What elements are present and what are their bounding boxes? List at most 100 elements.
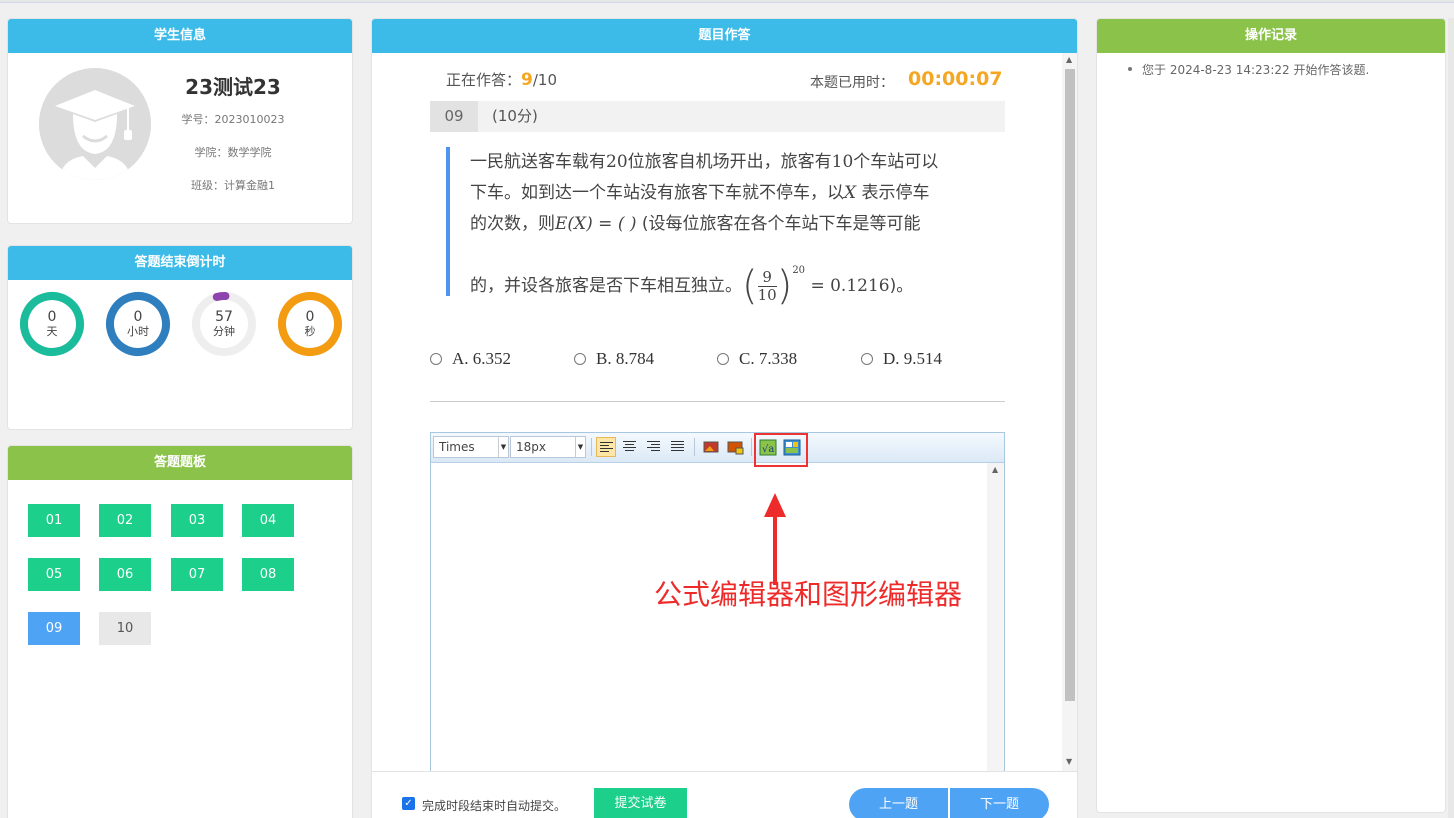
next-question-button[interactable]: 下一题: [950, 788, 1049, 818]
submit-exam-button[interactable]: 提交试卷: [594, 788, 687, 818]
font-size-select[interactable]: 18px ▼: [510, 436, 586, 458]
option-label: A. 6.352: [452, 349, 512, 368]
align-center-icon[interactable]: [620, 437, 640, 457]
question-nav-button[interactable]: 09: [28, 612, 80, 645]
option-c[interactable]: C. 7.338: [717, 349, 797, 369]
stem-number: 10: [831, 152, 854, 172]
scrollbar-thumb[interactable]: [1065, 69, 1075, 701]
question-nav-button[interactable]: 08: [242, 558, 294, 591]
stem-text: 的次数，则: [470, 214, 555, 234]
radio-icon[interactable]: [717, 353, 729, 365]
progress-current: 9: [521, 70, 533, 90]
option-b[interactable]: B. 8.784: [574, 349, 654, 369]
countdown-value: 0: [305, 309, 315, 325]
stem-formula: E(X) = ( ): [555, 214, 637, 234]
answer-board-panel: 答题题板 01 02 03 04 05 06 07 08 09 10: [7, 445, 353, 818]
student-name: 23测试23: [185, 75, 281, 99]
countdown-value: 0: [133, 309, 143, 325]
question-nav-button[interactable]: 06: [99, 558, 151, 591]
stem-text: 下车。如到达一个车站没有旅客下车就不停车，以: [470, 183, 844, 203]
question-panel-header: 题目作答: [372, 19, 1077, 53]
question-nav-button[interactable]: 10: [99, 612, 151, 645]
countdown-ring: 0秒: [276, 290, 344, 358]
progress-indicator: 正在作答：9/10: [446, 69, 557, 90]
align-justify-icon[interactable]: [668, 437, 688, 457]
student-info-panel: 学生信息 23测试23 学号：2023010023 学院：数学学院 班级：计算金…: [7, 18, 353, 224]
avatar: [39, 68, 151, 180]
stem-text: 一民航送客车载有: [470, 152, 606, 172]
image-upload-icon[interactable]: [725, 437, 745, 457]
timer-label: 本题已用时：: [810, 75, 894, 91]
timer-value: 00:00:07: [908, 68, 1003, 90]
annotation-text: 公式编辑器和图形编辑器: [654, 578, 963, 611]
stem-formula: = 0.1216: [810, 276, 890, 296]
question-nav-button[interactable]: 04: [242, 504, 294, 537]
align-right-icon[interactable]: [644, 437, 664, 457]
editor-scrollbar[interactable]: ▲: [987, 463, 1004, 771]
stem-text: 表示停车: [861, 183, 930, 203]
question-nav-button[interactable]: 02: [99, 504, 151, 537]
answer-board-header: 答题题板: [8, 446, 352, 480]
countdown-ring: 0 小时: [104, 290, 172, 358]
countdown-unit: 分钟: [213, 325, 235, 338]
question-scrollbar[interactable]: ▲ ▼: [1062, 53, 1077, 771]
progress-label: 正在作答：: [446, 71, 522, 89]
stem-text: )。: [889, 276, 914, 296]
option-a[interactable]: A. 6.352: [430, 349, 511, 369]
annotation-highlight-box: [754, 433, 808, 467]
divider: [430, 401, 1005, 402]
option-label: B. 8.784: [596, 349, 655, 368]
option-d[interactable]: D. 9.514: [861, 349, 942, 369]
countdown-ring: 57 分钟: [190, 290, 258, 358]
auto-submit-checkbox[interactable]: ✓: [402, 797, 415, 810]
font-family-select[interactable]: Times ▼: [433, 436, 509, 458]
stem-exponent: 20: [792, 265, 806, 276]
operation-log-header: 操作记录: [1097, 19, 1445, 53]
radio-icon[interactable]: [430, 353, 442, 365]
align-left-icon[interactable]: [596, 437, 616, 457]
radio-icon[interactable]: [574, 353, 586, 365]
stem-text: (设每位旅客在各个车站下车是等可能: [641, 214, 921, 234]
stem-text: 的，并设各旅客是否下车相互独立。: [470, 276, 742, 296]
progress-total: /10: [532, 71, 557, 89]
fraction-numerator: 9: [757, 268, 777, 287]
question-scroll-area[interactable]: 正在作答：9/10 本题已用时： 00:00:07 09 (10分) 一民航送客…: [372, 53, 1077, 771]
toolbar-divider: [694, 438, 695, 456]
student-id: 学号：2023010023: [181, 113, 285, 126]
font-size-value: 18px: [516, 440, 546, 454]
radio-icon[interactable]: [861, 353, 873, 365]
chevron-down-icon: ▼: [498, 437, 508, 457]
window-top-border: [0, 0, 1454, 3]
countdown-unit: 秒: [304, 325, 316, 338]
countdown-header: 答题结束倒计时: [8, 246, 352, 280]
question-header-bar: 09 (10分): [430, 101, 1005, 132]
stem-variable: X: [844, 183, 857, 203]
fraction-denominator: 10: [757, 285, 777, 304]
prev-question-button[interactable]: 上一题: [849, 788, 948, 818]
question-nav-button[interactable]: 07: [171, 558, 223, 591]
stem-text: 个车站可以: [853, 152, 939, 172]
operation-log-panel: 操作记录 您于 2024-8-23 14:23:22 开始作答该题.: [1096, 18, 1446, 813]
scroll-down-icon[interactable]: ▼: [1066, 757, 1072, 766]
scroll-up-icon[interactable]: ▲: [1066, 55, 1072, 64]
toolbar-divider: [591, 438, 592, 456]
question-nav-button[interactable]: 03: [171, 504, 223, 537]
question-panel: 题目作答 正在作答：9/10 本题已用时： 00:00:07 09 (10分) …: [371, 18, 1078, 818]
font-family-value: Times: [439, 440, 475, 454]
student-info-header: 学生信息: [8, 19, 352, 53]
student-class: 班级：计算金融1: [191, 179, 275, 192]
question-footer: ✓ 完成时段结束时自动提交。 提交试卷 上一题 下一题: [372, 771, 1077, 818]
countdown-panel: 答题结束倒计时 0 天 0 小时 57 分钟 0 秒: [7, 245, 353, 430]
image-icon[interactable]: [701, 437, 721, 457]
question-nav-button[interactable]: 01: [28, 504, 80, 537]
countdown-unit: 小时: [127, 325, 149, 338]
graduate-avatar-icon: [39, 68, 151, 180]
question-stem: 一民航送客车载有20位旅客自机场开出，旅客有10个车站可以 下车。如到达一个车站…: [446, 147, 976, 309]
countdown-value: 0: [47, 309, 57, 325]
page-scrollbar[interactable]: [1448, 18, 1454, 818]
option-label: C. 7.338: [739, 349, 798, 368]
countdown-unit: 天: [46, 325, 58, 338]
question-nav-button[interactable]: 05: [28, 558, 80, 591]
stem-fraction: 9 10: [757, 268, 777, 304]
question-number: 09: [430, 101, 478, 132]
